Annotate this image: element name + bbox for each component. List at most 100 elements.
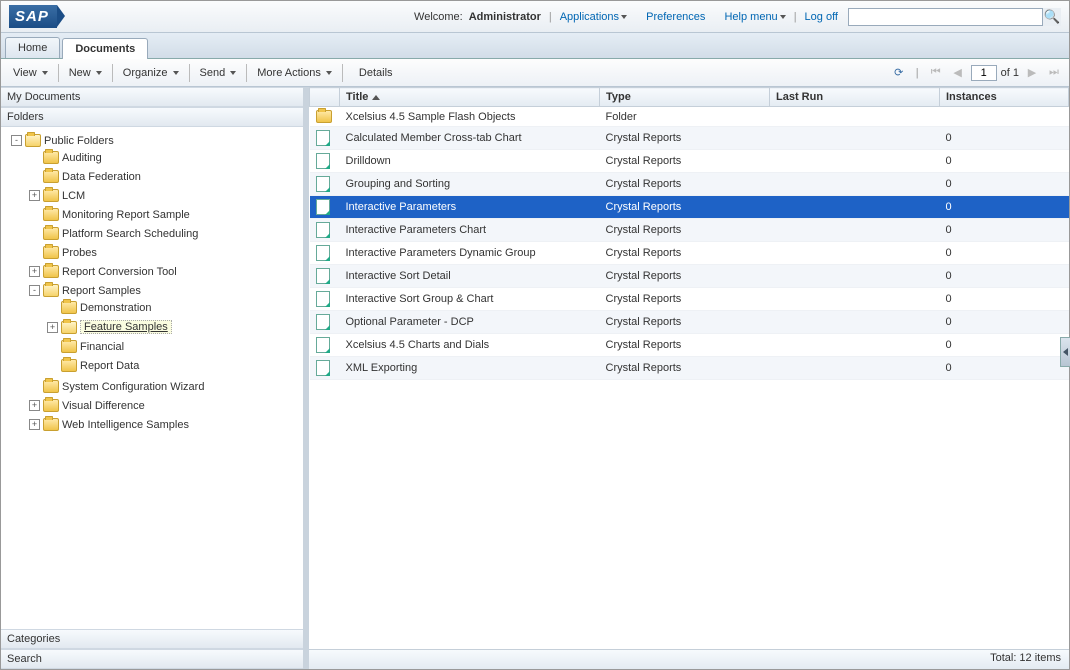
- tree-node[interactable]: System Configuration Wizard: [27, 379, 303, 394]
- table-row[interactable]: Interactive Parameters ChartCrystal Repo…: [310, 219, 1069, 242]
- cell-lastrun: [770, 242, 940, 265]
- expand-icon[interactable]: +: [47, 322, 58, 333]
- expand-icon[interactable]: +: [29, 190, 40, 201]
- view-menu[interactable]: View: [7, 64, 54, 82]
- report-icon: [316, 176, 330, 192]
- table-row[interactable]: Optional Parameter - DCPCrystal Reports0: [310, 311, 1069, 334]
- tree-node-label: Demonstration: [80, 302, 152, 314]
- tree-node-label: System Configuration Wizard: [62, 381, 204, 393]
- folder-icon: [43, 151, 59, 164]
- tab-documents[interactable]: Documents: [62, 38, 148, 59]
- col-title[interactable]: Title: [340, 88, 600, 107]
- collapse-icon[interactable]: -: [11, 135, 22, 146]
- collapse-icon[interactable]: -: [29, 285, 40, 296]
- cell-title: XML Exporting: [340, 357, 600, 380]
- next-page-button[interactable]: ▶: [1023, 64, 1041, 82]
- cell-type: Crystal Reports: [600, 196, 770, 219]
- table-row[interactable]: Interactive Parameters Dynamic GroupCrys…: [310, 242, 1069, 265]
- table-row[interactable]: Xcelsius 4.5 Charts and DialsCrystal Rep…: [310, 334, 1069, 357]
- cell-instances: 0: [940, 242, 1069, 265]
- panel-folders[interactable]: Folders: [1, 107, 303, 127]
- logoff-link[interactable]: Log off: [805, 11, 838, 23]
- content-area: Title Type Last Run Instances Xcelsius 4…: [309, 87, 1069, 669]
- refresh-button[interactable]: ⟳: [890, 64, 908, 82]
- cell-lastrun: [770, 107, 940, 127]
- col-instances[interactable]: Instances: [940, 88, 1069, 107]
- expand-icon[interactable]: +: [29, 400, 40, 411]
- tree-node[interactable]: Platform Search Scheduling: [27, 226, 303, 241]
- col-type[interactable]: Type: [600, 88, 770, 107]
- new-menu[interactable]: New: [63, 64, 108, 82]
- table-row[interactable]: Grouping and SortingCrystal Reports0: [310, 173, 1069, 196]
- folder-icon: [43, 246, 59, 259]
- cell-instances: 0: [940, 334, 1069, 357]
- table-row[interactable]: Calculated Member Cross-tab ChartCrystal…: [310, 127, 1069, 150]
- applications-menu[interactable]: Applications: [560, 11, 627, 23]
- table-row[interactable]: Xcelsius 4.5 Sample Flash ObjectsFolder: [310, 107, 1069, 127]
- expand-icon[interactable]: +: [29, 419, 40, 430]
- tree-node-label: Web Intelligence Samples: [62, 419, 189, 431]
- cell-instances: 0: [940, 127, 1069, 150]
- tree-node-public-folders[interactable]: - Public Folders: [9, 133, 303, 148]
- tree-node[interactable]: + Feature Samples: [45, 319, 303, 335]
- table-row[interactable]: XML ExportingCrystal Reports0: [310, 357, 1069, 380]
- panel-my-documents[interactable]: My Documents: [1, 87, 303, 107]
- last-page-button[interactable]: ⏭: [1045, 64, 1063, 82]
- send-menu[interactable]: Send: [194, 64, 243, 82]
- tree-node[interactable]: Demonstration: [45, 300, 303, 315]
- folder-icon: [43, 170, 59, 183]
- folder-icon: [43, 418, 59, 431]
- cell-title: Grouping and Sorting: [340, 173, 600, 196]
- tree-node[interactable]: Auditing: [27, 150, 303, 165]
- cell-title: Interactive Sort Detail: [340, 265, 600, 288]
- tree-node[interactable]: Probes: [27, 245, 303, 260]
- cell-title: Xcelsius 4.5 Charts and Dials: [340, 334, 600, 357]
- table-row[interactable]: Interactive Sort DetailCrystal Reports0: [310, 265, 1069, 288]
- table-row[interactable]: Interactive ParametersCrystal Reports0: [310, 196, 1069, 219]
- chevron-down-icon: [42, 71, 48, 75]
- folder-icon: [61, 301, 77, 314]
- help-menu[interactable]: Help menu: [724, 11, 785, 23]
- cell-title: Calculated Member Cross-tab Chart: [340, 127, 600, 150]
- preferences-link[interactable]: Preferences: [646, 11, 705, 23]
- tree-node[interactable]: +LCM: [27, 188, 303, 203]
- cell-lastrun: [770, 150, 940, 173]
- tree-node-label: Feature Samples: [80, 320, 172, 334]
- cell-type: Crystal Reports: [600, 311, 770, 334]
- cell-title: Drilldown: [340, 150, 600, 173]
- page-input[interactable]: [971, 65, 997, 81]
- sidebar: My Documents Folders - Public Folders Au…: [1, 87, 309, 669]
- first-page-button[interactable]: ⏮: [927, 64, 945, 82]
- col-icon[interactable]: [310, 88, 340, 107]
- prev-page-button[interactable]: ◀: [949, 64, 967, 82]
- tree-node[interactable]: Monitoring Report Sample: [27, 207, 303, 222]
- tab-home[interactable]: Home: [5, 37, 60, 58]
- cell-title: Interactive Parameters: [340, 196, 600, 219]
- separator: |: [794, 11, 797, 23]
- cell-type: Crystal Reports: [600, 265, 770, 288]
- panel-collapse-handle[interactable]: [1060, 337, 1070, 367]
- cell-type: Crystal Reports: [600, 219, 770, 242]
- tree-node[interactable]: +Visual Difference: [27, 398, 303, 413]
- table-row[interactable]: Interactive Sort Group & ChartCrystal Re…: [310, 288, 1069, 311]
- tree-node[interactable]: + Web Intelligence Samples: [27, 417, 303, 432]
- cell-lastrun: [770, 311, 940, 334]
- tree-node[interactable]: +Report Conversion Tool: [27, 264, 303, 279]
- panel-categories[interactable]: Categories: [1, 629, 303, 649]
- tree-node[interactable]: Data Federation: [27, 169, 303, 184]
- tree-node-label: Financial: [80, 341, 124, 353]
- details-button[interactable]: Details: [353, 64, 399, 82]
- table-row[interactable]: DrilldownCrystal Reports0: [310, 150, 1069, 173]
- search-input[interactable]: [848, 8, 1043, 26]
- col-lastrun[interactable]: Last Run: [770, 88, 940, 107]
- expand-icon[interactable]: +: [29, 266, 40, 277]
- panel-search[interactable]: Search: [1, 649, 303, 669]
- more-actions-menu[interactable]: More Actions: [251, 64, 338, 82]
- search-button[interactable]: 🔍: [1043, 8, 1061, 26]
- cell-lastrun: [770, 173, 940, 196]
- tree-node[interactable]: -Report Samples: [27, 283, 303, 298]
- organize-menu[interactable]: Organize: [117, 64, 185, 82]
- sap-logo: SAP: [9, 5, 57, 28]
- tree-node[interactable]: Financial: [45, 339, 303, 354]
- tree-node[interactable]: Report Data: [45, 358, 303, 373]
